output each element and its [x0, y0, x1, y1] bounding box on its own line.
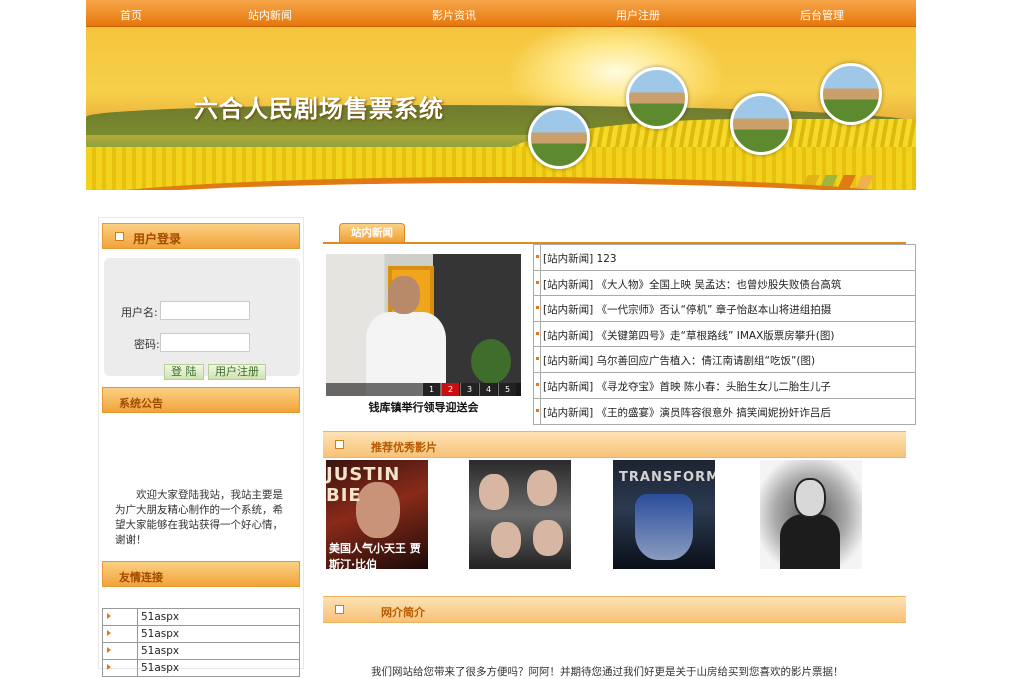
nav-admin[interactable]: 后台管理: [800, 7, 844, 23]
banner-photo-circle: [820, 63, 882, 125]
left-sidebar: 用户登录 用户名: 密码: 登 陆 用户注册 系统公告 欢迎大家登陆我站，我站主…: [98, 217, 304, 677]
news-link[interactable]: [站内新闻] 《王的盛宴》演员阵容很意外 搞笑闻妮扮奸诈吕后: [543, 405, 831, 420]
friend-links-list: 51aspx 51aspx 51aspx 51aspx: [102, 608, 300, 677]
news-slideshow[interactable]: 1 2 3 4 5: [326, 254, 521, 396]
username-input[interactable]: [160, 301, 250, 320]
login-header: 用户登录: [102, 223, 300, 249]
bullet-icon: [335, 440, 344, 449]
news-item[interactable]: [站内新闻] 123: [534, 245, 915, 271]
poster-title: TRANSFORMERS: [619, 470, 715, 485]
link-label[interactable]: 51aspx: [141, 645, 179, 657]
link-label[interactable]: 51aspx: [141, 628, 179, 640]
news-list: [站内新闻] 123 [站内新闻] 《大人物》全国上映 吴孟达：也曾炒股失败债台…: [533, 244, 916, 426]
news-item[interactable]: [站内新闻] 《寻龙夺宝》首映 陈小春：头胎生女儿二胎生儿子: [534, 372, 915, 399]
news-item[interactable]: [站内新闻] 《关键第四号》走“草根路线” IMAX版票房攀升(图): [534, 321, 915, 348]
pager-button-active[interactable]: 2: [441, 383, 459, 396]
news-item[interactable]: [站内新闻] 《王的盛宴》演员阵容很意外 搞笑闻妮扮奸诈吕后: [534, 398, 915, 425]
arrow-icon: [107, 613, 111, 619]
list-item[interactable]: 51aspx: [102, 643, 300, 660]
list-item[interactable]: 51aspx: [102, 626, 300, 643]
news-link[interactable]: [站内新闻] 《大人物》全国上映 吴孟达：也曾炒股失败债台高筑: [543, 277, 841, 292]
film-poster[interactable]: JUSTIN BIE 美国人气小天王 贾斯汀·比伯: [326, 460, 428, 569]
login-heading: 用户登录: [133, 232, 182, 246]
intro-heading: 网介简介: [381, 606, 425, 619]
site-title: 六合人民剧场售票系统: [194, 94, 444, 123]
nav-home[interactable]: 首页: [120, 7, 142, 23]
login-button[interactable]: 登 陆: [164, 364, 204, 380]
nav-register[interactable]: 用户注册: [616, 7, 660, 23]
films-heading: 推荐优秀影片: [371, 441, 437, 454]
arrow-icon: [107, 647, 111, 653]
login-form: 用户名: 密码: 登 陆 用户注册: [104, 258, 300, 380]
poster-subtitle: 美国人气小天王 贾斯汀·比伯: [329, 542, 421, 569]
page-container: 首页 站内新闻 影片资讯 用户注册 后台管理 六合人民剧场售票系统 用户登录 用…: [86, 0, 916, 678]
links-heading: 友情连接: [119, 571, 163, 584]
list-item[interactable]: 51aspx: [102, 609, 300, 626]
notice-heading: 系统公告: [119, 397, 163, 410]
register-button[interactable]: 用户注册: [208, 364, 266, 380]
film-poster[interactable]: TRANSFORMERS: [613, 460, 715, 569]
news-link[interactable]: [站内新闻] 《一代宗师》否认“停机” 章子怡赵本山将进组拍摄: [543, 302, 831, 317]
slideshow-pager: 1 2 3 4 5: [326, 383, 521, 396]
film-poster[interactable]: [469, 460, 571, 569]
link-label[interactable]: 51aspx: [141, 611, 179, 623]
bullet-icon: [335, 605, 344, 614]
notice-text: 欢迎大家登陆我站，我站主要是为广大朋友精心制作的一个系统，希望大家能够在我站获得…: [115, 489, 283, 546]
news-link[interactable]: [站内新闻] 123: [543, 251, 617, 266]
film-poster[interactable]: [760, 460, 862, 569]
poster-title: JUSTIN BIE: [326, 464, 401, 506]
password-label: 密码:: [134, 338, 160, 351]
username-label: 用户名:: [121, 306, 158, 319]
nav-site-news[interactable]: 站内新闻: [248, 7, 292, 23]
links-header: 友情连接: [102, 561, 300, 587]
arrow-icon: [107, 630, 111, 636]
intro-text: 我们网站给您带来了很多方便吗？阿阿！并期待您通过我们好更是关于山房给买到您喜欢的…: [371, 666, 844, 678]
link-label[interactable]: 51aspx: [141, 662, 179, 674]
banner-photo-circle: [528, 107, 590, 169]
tab-site-news[interactable]: 站内新闻: [339, 223, 405, 242]
intro-header: 网介简介: [323, 596, 906, 623]
news-link[interactable]: [站内新闻] 《寻龙夺宝》首映 陈小春：头胎生女儿二胎生儿子: [543, 379, 831, 394]
nav-film-info[interactable]: 影片资讯: [432, 7, 476, 23]
banner-photo-circle: [730, 93, 792, 155]
pager-button[interactable]: 4: [479, 383, 497, 396]
news-item[interactable]: [站内新闻] 乌尔善回应广告植入：倩江南请剧组“吃饭”(图): [534, 347, 915, 373]
arrow-icon: [107, 664, 111, 670]
news-item[interactable]: [站内新闻] 《一代宗师》否认“停机” 章子怡赵本山将进组拍摄: [534, 296, 915, 322]
header-banner: 六合人民剧场售票系统: [86, 27, 916, 190]
films-header: 推荐优秀影片: [323, 431, 906, 458]
photo-plant: [471, 339, 511, 384]
password-input[interactable]: [160, 333, 250, 352]
bullet-icon: [115, 232, 124, 241]
pager-button[interactable]: 1: [422, 383, 440, 396]
top-nav: 首页 站内新闻 影片资讯 用户注册 后台管理: [86, 0, 916, 27]
photo-person: [366, 276, 446, 396]
notice-header: 系统公告: [102, 387, 300, 413]
banner-photo-circle: [626, 67, 688, 129]
pager-button[interactable]: 3: [460, 383, 478, 396]
pager-button[interactable]: 5: [498, 383, 516, 396]
news-link[interactable]: [站内新闻] 《关键第四号》走“草根路线” IMAX版票房攀升(图): [543, 328, 834, 343]
photo-caption[interactable]: 钱库镇举行领导迎送会: [326, 399, 521, 415]
news-link[interactable]: [站内新闻] 乌尔善回应广告植入：倩江南请剧组“吃饭”(图): [543, 353, 815, 368]
news-item[interactable]: [站内新闻] 《大人物》全国上映 吴孟达：也曾炒股失败债台高筑: [534, 270, 915, 297]
